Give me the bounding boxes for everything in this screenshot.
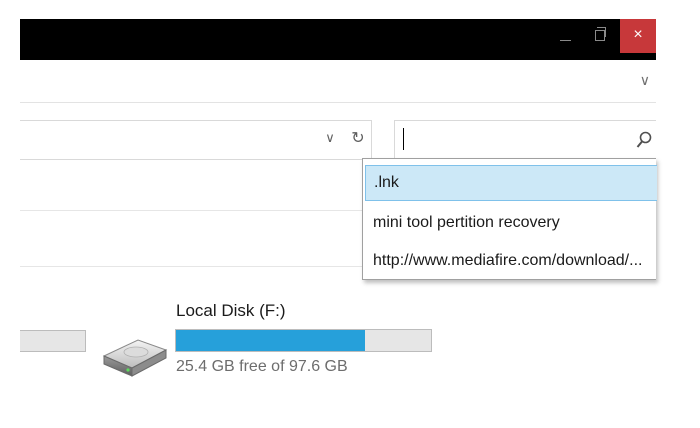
suggestion-item[interactable]: mini tool pertition recovery [365, 205, 657, 241]
drive-usage-bar-partial [20, 330, 86, 352]
search-icon[interactable] [636, 131, 652, 149]
restore-button[interactable] [586, 19, 616, 60]
drive-usage-fill [176, 330, 365, 351]
suggestion-item[interactable]: http://www.mediafire.com/download/... [365, 243, 657, 279]
close-icon: × [633, 26, 643, 43]
suggestion-item[interactable]: .lnk [365, 165, 657, 201]
expand-ribbon-icon[interactable]: ∨ [640, 72, 650, 89]
ribbon: ∨ [20, 60, 656, 103]
search-input[interactable] [401, 128, 625, 154]
close-button[interactable]: × [620, 19, 656, 53]
explorer-window: × ∨ ∨ ↻ .lnk mini tool pertition recover… [0, 0, 700, 428]
minimize-icon [560, 40, 571, 41]
address-history-chevron-icon[interactable]: ∨ [322, 130, 338, 146]
drive-usage-bar [175, 329, 432, 352]
drive-free-space: 25.4 GB free of 97.6 GB [176, 358, 348, 375]
restore-icon [595, 30, 605, 41]
refresh-icon[interactable]: ↻ [348, 128, 368, 148]
divider [20, 210, 362, 211]
navigation-bar: ∨ ↻ [20, 104, 656, 160]
text-caret [403, 128, 404, 150]
search-suggestions: .lnk mini tool pertition recovery http:/… [362, 158, 657, 280]
divider [20, 266, 362, 267]
title-bar: × [20, 19, 656, 60]
hard-drive-icon[interactable] [100, 330, 170, 380]
minimize-button[interactable] [554, 19, 584, 60]
address-bar[interactable]: ∨ ↻ [20, 120, 372, 160]
drive-name[interactable]: Local Disk (F:) [176, 301, 286, 321]
search-box[interactable] [394, 120, 656, 160]
